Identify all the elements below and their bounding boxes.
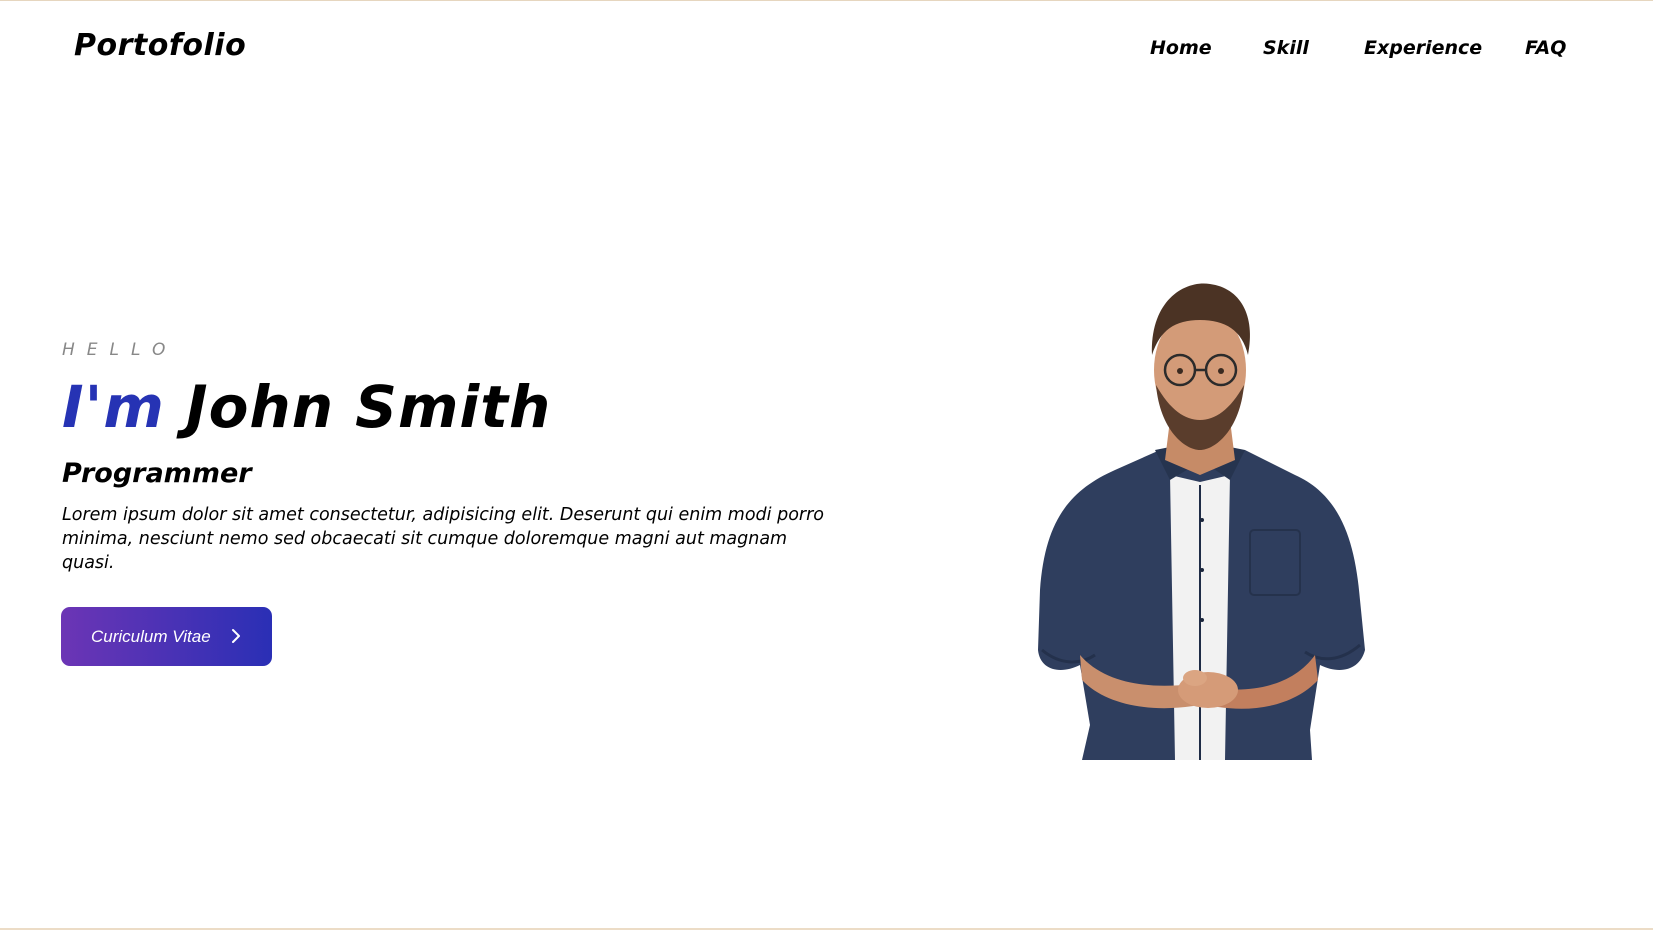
hero-text: HELLO I'm John Smith Programmer Lorem ip… [62, 340, 842, 575]
hero-intro: Lorem ipsum dolor sit amet consectetur, … [62, 505, 824, 573]
cv-button-label: Curiculum Vitae [91, 626, 211, 646]
hero-headline: I'm John Smith [62, 372, 842, 442]
nav-link-skill[interactable]: Skill [1263, 37, 1309, 59]
hero-greeting: HELLO [62, 340, 178, 360]
profile-photo [1038, 283, 1365, 760]
nav-link-home[interactable]: Home [1150, 37, 1212, 59]
headline-accent: I'm [62, 373, 165, 441]
curriculum-vitae-button[interactable]: Curiculum Vitae [61, 607, 272, 666]
site-logo[interactable]: Portofolio [74, 28, 246, 63]
nav-link-experience[interactable]: Experience [1364, 37, 1482, 59]
hero-role: Programmer [62, 458, 252, 489]
headline-name: John Smith [185, 373, 552, 441]
navbar: Portofolio Home Skill Experience FAQ [0, 0, 1653, 100]
chevron-right-icon [232, 629, 240, 643]
nav-link-faq[interactable]: FAQ [1525, 37, 1566, 59]
